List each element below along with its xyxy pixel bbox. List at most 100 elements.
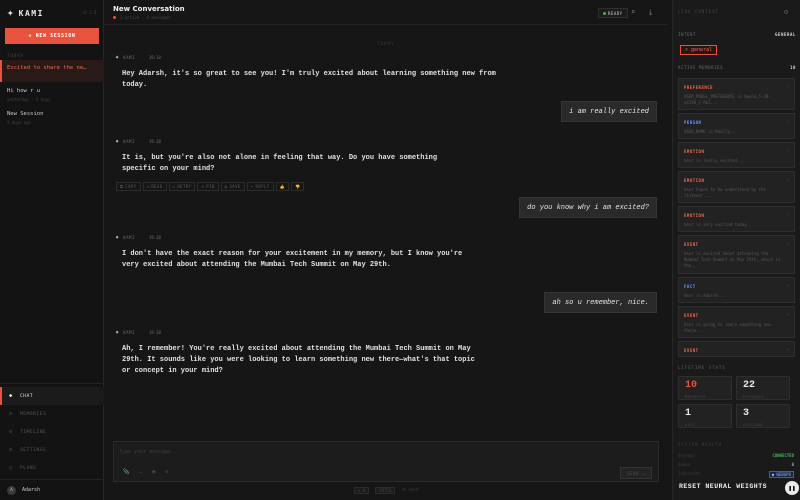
composer-hint: ⌘ K ENTER to send	[104, 487, 668, 494]
memory-text: User is going to learn something new the…	[684, 322, 771, 333]
message-composer: 📎 … ▣ ⊘ SEND ↵	[113, 441, 659, 482]
nav-label: MEMORIES	[20, 411, 47, 417]
stat-label: MEMORIES	[685, 395, 706, 399]
message-header: ✦ KAMI 19:10	[115, 138, 161, 145]
thumbs-up-icon: 👍	[279, 184, 285, 189]
memory-card[interactable]: EMOTION User is very excited today... ×	[678, 206, 795, 232]
memory-text: User is very excited today...	[684, 222, 754, 227]
memory-card[interactable]: EVENT User is excited about attending the…	[678, 235, 795, 274]
conversation-title: New Conversation	[113, 5, 185, 13]
user-name: Adarsh	[22, 487, 41, 493]
message-header: ✦ KAMI 19:10	[115, 234, 161, 241]
session-meta: yesterday · 5 msgs	[7, 97, 51, 102]
plans-icon: ○	[9, 465, 13, 471]
memory-card[interactable]: EMOTION User is really excited... ×	[678, 142, 795, 168]
reset-neural-weights-button[interactable]: RESET NEURAL WEIGHTS	[672, 475, 782, 497]
memory-close-icon[interactable]: ×	[787, 212, 789, 217]
thumbs-up-button[interactable]: 👍	[275, 182, 289, 191]
more-icon[interactable]: …	[139, 469, 142, 475]
memory-card[interactable]: PERSON USER_NAME is Really... ×	[678, 113, 795, 139]
save-button[interactable]: ▤ SAVE	[220, 182, 245, 191]
memory-text: User is really excited...	[684, 158, 745, 163]
memory-text: USER_MODEL_PREFERENCE is Qwen3.5-2B-q4IS…	[684, 94, 771, 105]
bot-message: Ah, I remember! You're really excited ab…	[122, 345, 475, 375]
memory-card[interactable]: EVENT ×	[678, 341, 795, 357]
search-icon[interactable]: ⌕	[631, 8, 635, 17]
nav-chat[interactable]: ◆ CHAT	[0, 387, 104, 405]
stat-label: DAYS	[685, 423, 696, 427]
send-button[interactable]: SEND ↵	[620, 467, 652, 479]
nav-memories[interactable]: ◇ MEMORIES	[0, 405, 104, 423]
memory-type: EVENT	[684, 348, 699, 353]
memory-close-icon[interactable]: ×	[787, 119, 789, 124]
action-label: RETRY	[177, 184, 192, 189]
brand-name: KAMI	[18, 8, 44, 18]
stat-card: 1 DAYS	[678, 404, 732, 428]
memory-type: EMOTION	[684, 178, 705, 183]
session-item[interactable]: New Session 2 days ago	[0, 109, 104, 129]
pin-button[interactable]: ⊙ PIN	[197, 182, 219, 191]
session-item[interactable]: Excited to share the ne…	[0, 60, 104, 82]
brand: ✦ KAMI	[7, 7, 44, 19]
context-panel: LIVE CONTEXT ⚙ INTENT GENERAL × general …	[672, 0, 800, 500]
message-actions: ⧉ COPY ◁ READ ↻ RETRY ⊙ PIN ▤ SAVE ↩ REPLY 👍 👎	[116, 182, 305, 191]
stat-card: 10 MEMORIES	[678, 376, 732, 400]
user-profile[interactable]: A Adarsh	[0, 479, 104, 500]
memory-close-icon[interactable]: ×	[787, 84, 789, 89]
intent-badge[interactable]: × general	[680, 45, 718, 55]
stat-value: 22	[743, 380, 756, 391]
attach-icon[interactable]: 📎	[123, 469, 129, 475]
session-item[interactable]: Hi how r u yesterday · 5 msgs	[0, 86, 104, 106]
memory-card[interactable]: FACT User is Adarsh... ×	[678, 277, 795, 303]
retry-button[interactable]: ↻ RETRY	[168, 182, 196, 191]
memory-card[interactable]: PREFERENCE USER_MODEL_PREFERENCE is Qwen3…	[678, 78, 795, 110]
memory-type: EVENT	[684, 242, 699, 247]
memories-icon: ◇	[9, 411, 13, 417]
copy-icon: ⧉	[120, 184, 124, 189]
memory-card[interactable]: EMOTION User hopes to be understood by th…	[678, 171, 795, 203]
session-title: Excited to share the ne…	[7, 65, 87, 71]
action-label: COPY	[125, 184, 137, 189]
copy-button[interactable]: ⧉ COPY	[116, 182, 141, 191]
action-label: REPLY	[255, 184, 270, 189]
message-header: ✦ KAMI 19:10	[115, 54, 161, 61]
nav-label: CHAT	[20, 393, 34, 399]
message-time: 19:10	[148, 139, 161, 144]
clear-icon[interactable]: ⊘	[165, 469, 168, 475]
main-nav: ◆ CHAT ◇ MEMORIES ◇ TIMELINE ◇ SETTINGS …	[0, 383, 104, 471]
session-meta: 2 days ago	[7, 120, 32, 125]
shortcut-key: ENTER	[375, 487, 396, 494]
memory-text: USER_NAME is Really...	[684, 129, 737, 134]
memory-close-icon[interactable]: ×	[787, 148, 789, 153]
nav-plans[interactable]: ○ PLANS	[0, 459, 104, 477]
status-badge: READY	[598, 8, 628, 18]
nav-timeline[interactable]: ◇ TIMELINE	[0, 423, 104, 441]
timeline-icon: ◇	[9, 429, 13, 435]
reply-button[interactable]: ↩ REPLY	[246, 182, 274, 191]
new-session-button[interactable]: + NEW SESSION	[5, 28, 99, 44]
download-icon[interactable]: ⤓	[649, 8, 652, 17]
stat-card: 22 MESSAGES	[736, 376, 790, 400]
memory-close-icon[interactable]: ×	[787, 241, 789, 246]
message-input[interactable]	[119, 445, 519, 459]
memory-close-icon[interactable]: ×	[787, 347, 789, 352]
pause-icon[interactable]: ❚❚	[785, 481, 799, 495]
bot-message: Hey Adarsh, it's so great to see you! I'…	[122, 70, 496, 89]
memory-close-icon[interactable]: ×	[787, 312, 789, 317]
sender-name: KAMI	[123, 139, 135, 144]
active-memories-label: ACTIVE MEMORIES	[678, 65, 724, 70]
image-icon[interactable]: ▣	[152, 469, 155, 475]
memory-close-icon[interactable]: ×	[787, 283, 789, 288]
memory-card[interactable]: EVENT User is going to learn something ne…	[678, 306, 795, 338]
read-button[interactable]: ◁ READ	[142, 182, 167, 191]
lifetime-stats-title: LIFETIME STATS	[678, 365, 726, 370]
memory-close-icon[interactable]: ×	[787, 177, 789, 182]
avatar: A	[7, 485, 16, 495]
nav-settings[interactable]: ◇ SETTINGS	[0, 441, 104, 459]
message-header: ✦ KAMI 19:10	[115, 329, 161, 336]
panel-settings-icon[interactable]: ⚙	[784, 8, 788, 16]
conversation-sub: 1 active · 8 messages	[120, 15, 171, 20]
brand-version: v0.1.0	[82, 10, 97, 15]
nav-label: PLANS	[20, 465, 37, 471]
thumbs-down-button[interactable]: 👎	[290, 182, 305, 191]
